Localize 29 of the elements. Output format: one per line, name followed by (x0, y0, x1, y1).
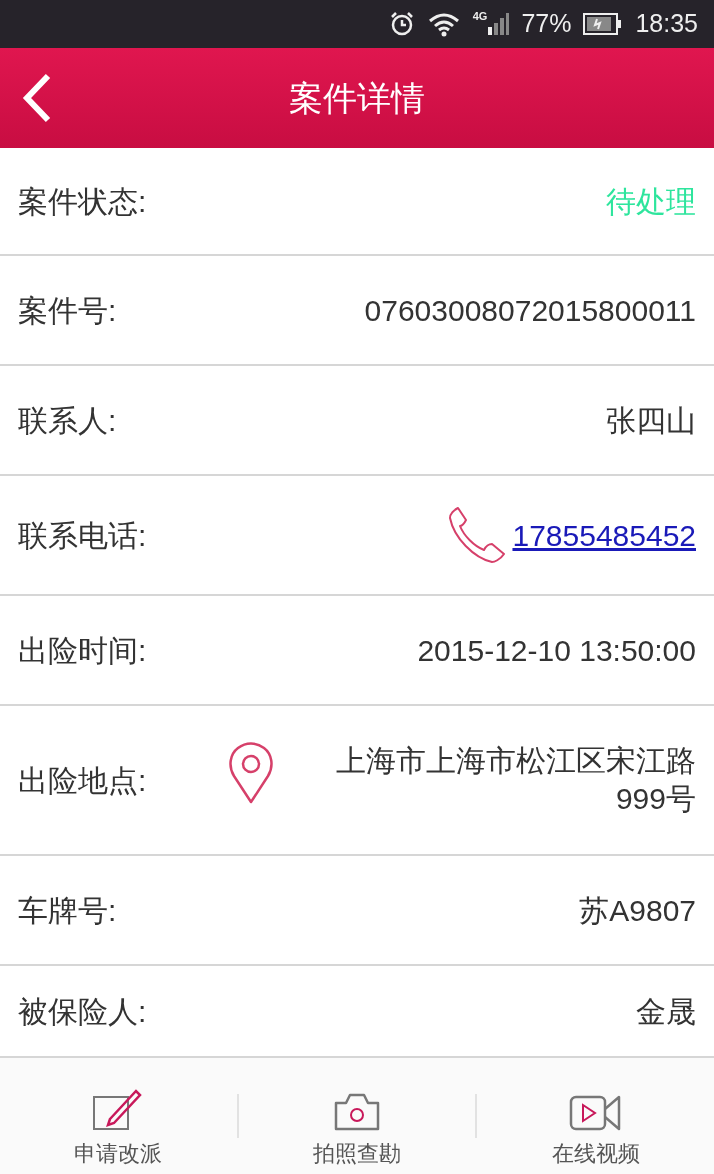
wifi-icon (426, 11, 461, 37)
field-label: 案件号: (18, 292, 117, 329)
field-label: 联系电话: (18, 517, 147, 554)
field-label: 被保险人: (18, 993, 147, 1030)
phone-link[interactable]: 17855485452 (512, 512, 696, 558)
network-type: 4G (472, 11, 488, 22)
clock-time: 18:35 (635, 8, 698, 40)
field-label: 出险地点: (18, 762, 147, 799)
page-title: 案件详情 (289, 77, 425, 119)
field-label: 案件状态: (18, 183, 147, 220)
location-pin-icon (228, 742, 274, 804)
toolbar-button[interactable]: 申请改派 (0, 1058, 237, 1174)
toolbar-button[interactable]: 在线视频 (477, 1058, 714, 1174)
field-value: 苏A9807 (579, 892, 696, 929)
signal-icon (487, 11, 510, 37)
toolbar-button[interactable]: 拍照查勘 (238, 1058, 476, 1174)
field-value: 张四山 (606, 402, 696, 439)
field-label: 联系人: (18, 402, 117, 439)
field-label: 出险时间: (18, 632, 147, 669)
field-value: 金晟 (636, 993, 696, 1030)
status-value: 待处理 (606, 183, 696, 220)
field-value: 2015-12-10 13:50:00 (417, 632, 696, 669)
video-camera-icon (568, 1093, 623, 1133)
address-value: 上海市上海市松江区宋江路999号 (335, 743, 696, 817)
field-value: 07603008072015800011 (364, 292, 696, 329)
camera-icon (332, 1091, 382, 1133)
battery-charging-icon (583, 12, 624, 36)
field-label: 车牌号: (18, 892, 117, 929)
battery-percent: 77% (521, 8, 572, 40)
